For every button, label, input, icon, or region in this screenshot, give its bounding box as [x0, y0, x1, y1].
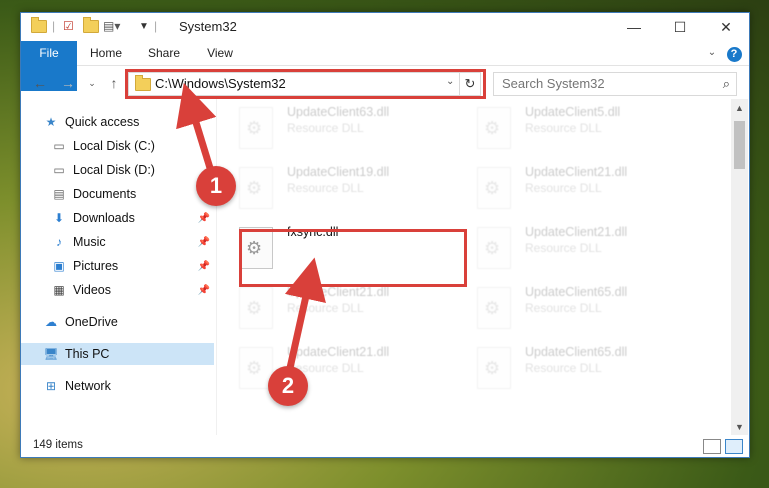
arrow-to-file: [284, 257, 326, 369]
step-2-badge: 2: [268, 366, 308, 406]
step-1-badge: 1: [196, 166, 236, 206]
arrow-to-address: [176, 82, 217, 170]
annotation-arrows: [176, 82, 326, 369]
